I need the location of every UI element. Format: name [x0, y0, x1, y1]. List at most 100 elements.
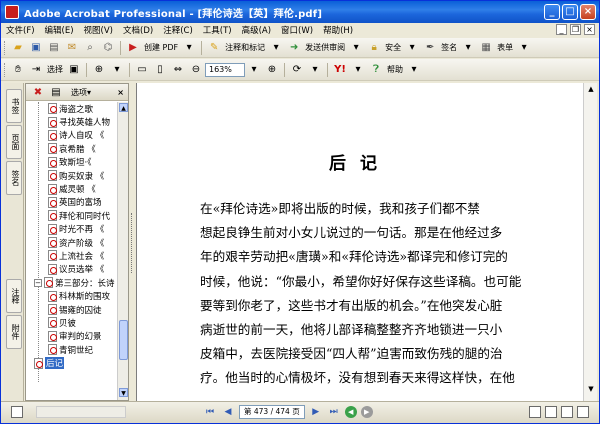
- scroll-down-arrow[interactable]: ▼: [586, 385, 596, 393]
- scroll-down-arrow[interactable]: ▼: [119, 388, 128, 397]
- yahoo-search-icon[interactable]: Y!: [332, 62, 348, 78]
- bookmark-item[interactable]: 致斯坦·《: [26, 156, 118, 169]
- bookmark-item[interactable]: 拜伦和同时代: [26, 209, 118, 222]
- tab-signatures[interactable]: 签名: [6, 161, 22, 195]
- menu-window[interactable]: 窗口(W): [276, 24, 318, 36]
- select-tool-button[interactable]: 选择: [45, 62, 65, 78]
- bookmark-item[interactable]: 海盗之歌: [26, 102, 118, 115]
- save-icon[interactable]: ▣: [28, 40, 44, 56]
- menu-view[interactable]: 视图(V): [79, 24, 118, 36]
- go-forward-icon[interactable]: ▶: [360, 406, 373, 418]
- menu-help[interactable]: 帮助(H): [318, 24, 358, 36]
- bookmark-item[interactable]: 购买奴隶 《: [26, 169, 118, 182]
- bookmark-item[interactable]: 哀希腊 《: [26, 142, 118, 155]
- dropdown-arrow-icon[interactable]: ▾: [307, 62, 323, 78]
- scroll-thumb[interactable]: [119, 320, 128, 360]
- dropdown-arrow-icon[interactable]: ▾: [404, 40, 420, 56]
- title-bar[interactable]: Adobe Acrobat Professional - [拜伦诗选【英】拜伦.…: [1, 1, 599, 23]
- continuous-icon[interactable]: [545, 406, 557, 418]
- tab-attachments[interactable]: 附件: [6, 315, 22, 349]
- bookmarks-scrollbar[interactable]: ▲ ▼: [117, 102, 128, 400]
- zoom-level-input[interactable]: 163%: [205, 62, 245, 77]
- scroll-up-arrow[interactable]: ▲: [586, 85, 596, 93]
- help-button[interactable]: 帮助: [385, 62, 405, 78]
- dropdown-arrow-icon[interactable]: ▾: [109, 62, 125, 78]
- doc-restore-button[interactable]: ❐: [570, 24, 581, 35]
- single-page-icon[interactable]: [529, 406, 541, 418]
- sign-button[interactable]: 签名: [439, 40, 459, 56]
- fit-page-icon[interactable]: ▯: [152, 62, 168, 78]
- bookmark-item[interactable]: 贝彼: [26, 316, 118, 329]
- create-pdf-button[interactable]: 创建 PDF: [142, 40, 180, 56]
- rotate-view-icon[interactable]: ⟳: [289, 62, 305, 78]
- new-bookmark-icon[interactable]: ▤: [48, 84, 64, 100]
- close-button[interactable]: ×: [580, 4, 596, 20]
- go-back-icon[interactable]: ◀: [344, 406, 357, 418]
- hand-tool-icon[interactable]: ✋︎: [10, 62, 26, 78]
- pane-splitter[interactable]: [129, 83, 136, 401]
- dropdown-arrow-icon[interactable]: ▾: [516, 40, 532, 56]
- send-review-icon[interactable]: ➜: [286, 40, 302, 56]
- continuous-facing-icon[interactable]: [577, 406, 589, 418]
- bookmark-item[interactable]: 上流社会 《: [26, 249, 118, 262]
- forms-button[interactable]: 表单: [495, 40, 515, 56]
- bookmark-item[interactable]: 威灵顿 《: [26, 182, 118, 195]
- attach-icon[interactable]: ⌬: [100, 40, 116, 56]
- scroll-up-arrow[interactable]: ▲: [119, 103, 128, 112]
- dropdown-arrow-icon[interactable]: ▾: [246, 62, 262, 78]
- previous-page-icon[interactable]: ◀: [221, 405, 235, 419]
- dropdown-arrow-icon[interactable]: ▾: [87, 88, 91, 97]
- bookmark-item[interactable]: 后记: [26, 356, 118, 370]
- print-icon[interactable]: ▤: [46, 40, 62, 56]
- fit-width-icon[interactable]: ⇔: [170, 62, 186, 78]
- doc-minimize-button[interactable]: _: [556, 24, 567, 35]
- tab-bookmarks[interactable]: 书签: [6, 89, 22, 123]
- menu-document[interactable]: 文档(D): [118, 24, 158, 36]
- page-number-field[interactable]: 第 473 / 474 页: [239, 405, 305, 419]
- dropdown-arrow-icon[interactable]: ▾: [460, 40, 476, 56]
- dropdown-arrow-icon[interactable]: ▾: [350, 62, 366, 78]
- bookmark-item[interactable]: 资产阶级 《: [26, 236, 118, 249]
- menu-comments[interactable]: 注释(C): [158, 24, 198, 36]
- comment-icon[interactable]: ✎: [206, 40, 222, 56]
- menu-tools[interactable]: 工具(T): [198, 24, 237, 36]
- minimize-button[interactable]: _: [544, 4, 560, 20]
- tab-pages[interactable]: 页面: [6, 125, 22, 159]
- facing-icon[interactable]: [561, 406, 573, 418]
- next-page-icon[interactable]: ▶: [309, 405, 323, 419]
- last-page-icon[interactable]: ⏭︎: [327, 405, 341, 419]
- lock-icon[interactable]: 🔒︎: [366, 40, 382, 56]
- email-icon[interactable]: ✉: [64, 40, 80, 56]
- secure-button[interactable]: 安全: [383, 40, 403, 56]
- send-review-button[interactable]: 发送供审阅: [303, 40, 347, 56]
- sign-pen-icon[interactable]: ✒: [422, 40, 438, 56]
- menu-advanced[interactable]: 高级(A): [237, 24, 276, 36]
- create-pdf-icon[interactable]: ▶: [125, 40, 141, 56]
- dropdown-arrow-icon[interactable]: ▾: [181, 40, 197, 56]
- bookmark-item[interactable]: 英国的富场: [26, 196, 118, 209]
- dropdown-arrow-icon[interactable]: ▾: [348, 40, 364, 56]
- page-size-icon[interactable]: [11, 406, 23, 418]
- help-icon[interactable]: ❓︎: [368, 62, 384, 78]
- bookmark-item[interactable]: 科林斯的围攻: [26, 289, 118, 302]
- zoom-in-icon[interactable]: ⊕: [264, 62, 280, 78]
- document-view[interactable]: 后记 在«拜伦诗选»即将出版的时候，我和孩子们都不禁 想起良铮生前对小女儿说过的…: [136, 83, 583, 401]
- open-folder-icon[interactable]: ▰: [10, 40, 26, 56]
- maximize-button[interactable]: □: [562, 4, 578, 20]
- document-scrollbar[interactable]: ▲ ▼: [583, 83, 597, 401]
- select-cursor-icon[interactable]: ⇥: [28, 62, 44, 78]
- bookmark-item[interactable]: 审判的幻景: [26, 330, 118, 343]
- zoom-tool-icon[interactable]: ⊕: [91, 62, 107, 78]
- menu-file[interactable]: 文件(F): [1, 24, 40, 36]
- bookmark-item[interactable]: 青铜世纪: [26, 343, 118, 356]
- first-page-icon[interactable]: ⏮︎: [203, 405, 217, 419]
- tab-comments[interactable]: 注释: [6, 279, 22, 313]
- comment-markup-button[interactable]: 注释和标记: [223, 40, 267, 56]
- bookmark-item[interactable]: 诗人自叹 《: [26, 129, 118, 142]
- delete-bookmark-icon[interactable]: ✖: [30, 84, 46, 100]
- bookmark-item[interactable]: 寻找英雄人物: [26, 115, 118, 128]
- dropdown-arrow-icon[interactable]: ▾: [406, 62, 422, 78]
- menu-edit[interactable]: 编辑(E): [40, 24, 79, 36]
- collapse-icon[interactable]: −: [34, 278, 42, 287]
- zoom-out-icon[interactable]: ⊖: [188, 62, 204, 78]
